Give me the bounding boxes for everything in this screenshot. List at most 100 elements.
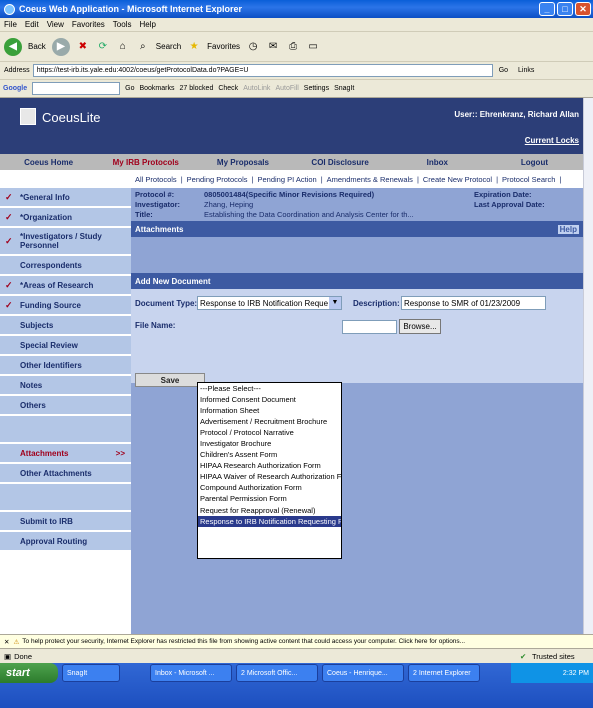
sidebar-item-attachments[interactable]: Attachments >> (0, 444, 131, 464)
description-input[interactable]: Response to SMR of 01/23/2009 (401, 296, 546, 310)
refresh-icon[interactable]: ⟳ (96, 40, 110, 54)
nav-coi-disclosure[interactable]: COI Disclosure (292, 158, 389, 167)
back-button[interactable]: Back (28, 42, 46, 51)
subnav-create-new-protocol[interactable]: Create New Protocol (423, 175, 492, 184)
option-parental-permission[interactable]: Parental Permission Form (198, 493, 341, 504)
sidebar-item-investigators[interactable]: ✓ *Investigators / Study Personnel (0, 228, 131, 256)
sidebar-item-areas-of-research[interactable]: ✓ *Areas of Research (0, 276, 131, 296)
taskbar-snagit[interactable]: SnagIt (62, 664, 120, 682)
nav-my-irb-protocols[interactable]: My IRB Protocols (97, 158, 194, 167)
current-locks-link[interactable]: Current Locks (525, 136, 579, 145)
subnav-protocol-search[interactable]: Protocol Search (502, 175, 555, 184)
minimize-button[interactable]: _ (539, 2, 555, 16)
taskbar-internet-explorer[interactable]: 2 Internet Explorer (408, 664, 480, 682)
print-icon[interactable]: ⎙ (286, 40, 300, 54)
option-please-select[interactable]: ---Please Select--- (198, 383, 341, 394)
browse-button[interactable]: Browse... (399, 319, 441, 334)
add-new-document-title: Add New Document (135, 276, 211, 286)
google-go-button[interactable]: Go (125, 85, 134, 92)
search-button[interactable]: Search (156, 42, 181, 51)
google-search-input[interactable] (32, 82, 121, 95)
sidebar-item-other-identifiers[interactable]: Other Identifiers (0, 356, 131, 376)
option-request-reapproval[interactable]: Request for Reapproval (Renewal) (198, 505, 341, 516)
search-icon[interactable]: ⌕ (136, 40, 150, 54)
file-name-input[interactable] (342, 320, 397, 334)
sidebar-item-subjects[interactable]: Subjects (0, 316, 131, 336)
taskbar-coeus[interactable]: Coeus - Henrique... (322, 664, 404, 682)
option-childrens-assent[interactable]: Children's Assent Form (198, 449, 341, 460)
menu-favorites[interactable]: Favorites (72, 20, 105, 29)
nav-coeus-home[interactable]: Coeus Home (0, 158, 97, 167)
subnav-pending-pi-action[interactable]: Pending PI Action (257, 175, 316, 184)
page-icon: ▣ (4, 651, 12, 661)
menu-help[interactable]: Help (139, 20, 155, 29)
option-hipaa-authorization[interactable]: HIPAA Research Authorization Form (198, 460, 341, 471)
taskbar-microsoft-office[interactable]: 2 Microsoft Offic... (236, 664, 318, 682)
option-compound-authorization[interactable]: Compound Authorization Form (198, 482, 341, 493)
option-response-irb-notification[interactable]: Response to IRB Notification Requesting … (198, 515, 341, 527)
subnav-all-protocols[interactable]: All Protocols (135, 175, 177, 184)
option-informed-consent[interactable]: Informed Consent Document (198, 394, 341, 405)
nav-inbox[interactable]: Inbox (389, 158, 486, 167)
sidebar-item-special-review[interactable]: Special Review (0, 336, 131, 356)
sidebar-item-submit-to-irb[interactable]: Submit to IRB (0, 512, 131, 532)
favorites-button[interactable]: Favorites (207, 42, 240, 51)
sidebar-item-notes[interactable]: Notes (0, 376, 131, 396)
sidebar-item-others[interactable]: Others (0, 396, 131, 416)
home-icon[interactable]: ⌂ (116, 40, 130, 54)
back-arrow-icon[interactable]: ◀ (4, 37, 22, 56)
window-title-bar: Coeus Web Application - Microsoft Intern… (0, 0, 593, 18)
vertical-scrollbar[interactable] (583, 98, 593, 634)
spell-check-button[interactable]: Check (218, 85, 238, 92)
sidebar-item-funding-source[interactable]: ✓ Funding Source (0, 296, 131, 316)
forward-arrow-icon[interactable]: ▶ (51, 37, 70, 56)
address-input[interactable]: https://test-irb.its.yale.edu:4002/coeus… (32, 64, 493, 77)
autolink-button[interactable]: AutoLink (243, 85, 270, 92)
close-infobar-icon[interactable]: ✕ (4, 638, 9, 646)
add-document-form: Document Type: Response to IRB Notificat… (131, 289, 583, 387)
save-button[interactable]: Save (135, 373, 205, 387)
menu-edit[interactable]: Edit (25, 20, 39, 29)
coeus-logo-icon (20, 108, 36, 125)
sidebar-item-other-attachments[interactable]: Other Attachments (0, 464, 131, 484)
option-investigator-brochure[interactable]: Investigator Brochure (198, 438, 341, 449)
favorites-star-icon[interactable]: ★ (187, 40, 201, 54)
document-type-select[interactable]: Response to IRB Notification Requesting … (197, 296, 342, 310)
menu-file[interactable]: File (4, 20, 17, 29)
go-button[interactable]: Go (499, 67, 508, 74)
sidebar-item-general-info[interactable]: ✓ *General Info (0, 188, 131, 208)
option-protocol-narrative[interactable]: Protocol / Protocol Narrative (198, 427, 341, 438)
document-type-options[interactable]: ---Please Select--- Informed Consent Doc… (197, 382, 342, 559)
google-settings-button[interactable]: Settings (304, 85, 329, 92)
autofill-button[interactable]: AutoFill (275, 85, 298, 92)
maximize-button[interactable]: □ (557, 2, 573, 16)
option-hipaa-waiver[interactable]: HIPAA Waiver of Research Authorization F… (198, 471, 341, 482)
sidebar-item-correspondents[interactable]: Correspondents (0, 256, 131, 276)
stop-icon[interactable]: ✖ (76, 40, 90, 54)
close-button[interactable]: ✕ (575, 2, 591, 16)
option-information-sheet[interactable]: Information Sheet (198, 405, 341, 416)
option-advertisement[interactable]: Advertisement / Recruitment Brochure (198, 416, 341, 427)
start-button[interactable]: start (0, 663, 58, 683)
links-button[interactable]: Links (518, 67, 534, 74)
folder-icon[interactable]: ▭ (306, 40, 320, 54)
sidebar-item-organization[interactable]: ✓ *Organization (0, 208, 131, 228)
google-bookmarks-button[interactable]: Bookmarks (139, 85, 174, 92)
history-icon[interactable]: ◷ (246, 40, 260, 54)
menu-tools[interactable]: Tools (113, 20, 132, 29)
nav-logout[interactable]: Logout (486, 158, 583, 167)
security-info-bar[interactable]: ✕ ⚠ To help protect your security, Inter… (0, 634, 593, 648)
subnav-amendments-renewals[interactable]: Amendments & Renewals (327, 175, 413, 184)
popup-blocked-count[interactable]: 27 blocked (179, 85, 213, 92)
menu-view[interactable]: View (47, 20, 64, 29)
mail-icon[interactable]: ✉ (266, 40, 280, 54)
clock[interactable]: 2:32 PM (563, 670, 589, 677)
chevron-down-icon[interactable]: ▼ (329, 297, 341, 309)
snagit-button[interactable]: SnagIt (334, 85, 354, 92)
subnav-pending-protocols[interactable]: Pending Protocols (187, 175, 248, 184)
nav-my-proposals[interactable]: My Proposals (194, 158, 291, 167)
sidebar-item-approval-routing[interactable]: Approval Routing (0, 532, 131, 552)
browser-toolbar: ◀ Back ▶ ✖ ⟳ ⌂ ⌕ Search ★ Favorites ◷ ✉ … (0, 32, 593, 62)
taskbar-inbox[interactable]: Inbox - Microsoft ... (150, 664, 232, 682)
help-link[interactable]: Help (557, 224, 579, 234)
